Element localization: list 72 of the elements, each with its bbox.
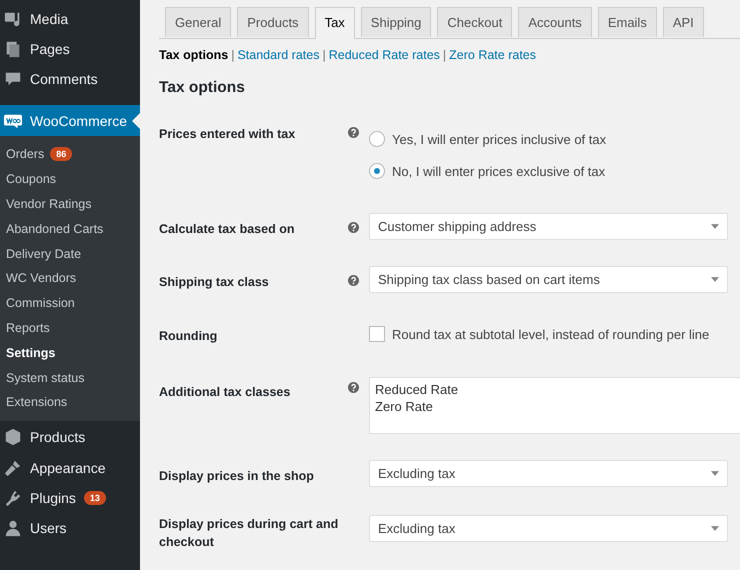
- select-field[interactable]: Excluding tax: [369, 460, 728, 487]
- field-label: Calculate tax based on: [159, 221, 296, 238]
- subnav-link[interactable]: Tax options: [159, 48, 228, 62]
- tab[interactable]: Shipping: [360, 7, 432, 37]
- separator: |: [322, 48, 326, 62]
- help-icon[interactable]: [348, 127, 359, 138]
- submenu-item[interactable]: WC Vendors: [0, 266, 140, 291]
- checkbox-label: Round tax at subtotal level, instead of rounding per line: [392, 326, 710, 342]
- submenu-item[interactable]: Delivery Date: [0, 241, 140, 266]
- field-label: Shipping tax class: [159, 274, 270, 291]
- submenu-item[interactable]: Vendor Ratings: [0, 192, 140, 216]
- sidebar-item[interactable]: Pages: [0, 34, 140, 64]
- select-field[interactable]: Shipping tax class based on cart items: [369, 266, 728, 293]
- select-field[interactable]: Customer shipping address: [369, 213, 728, 240]
- sidebar-item[interactable]: Plugins 13: [0, 482, 140, 513]
- help-icon[interactable]: [348, 275, 359, 286]
- current-pointer: [132, 113, 140, 129]
- tab[interactable]: API: [662, 7, 704, 37]
- submenu-item[interactable]: Orders 86: [0, 142, 140, 167]
- separator: |: [231, 48, 234, 62]
- brush-icon: [4, 458, 22, 477]
- separator: |: [442, 48, 446, 62]
- sidebar-item[interactable]: Appearance: [0, 452, 140, 483]
- option-label: Yes, I will enter prices inclusive of tax: [392, 132, 606, 146]
- caret-icon: [711, 471, 719, 476]
- tab[interactable]: Accounts: [518, 7, 592, 37]
- field-label: Rounding: [159, 328, 218, 345]
- tab[interactable]: Products: [237, 7, 309, 37]
- field-label: Additional tax classes: [159, 384, 292, 401]
- plug-icon: [4, 488, 22, 507]
- radio-button[interactable]: [369, 131, 385, 147]
- sidebar-item[interactable]: Media: [0, 4, 140, 34]
- tab[interactable]: Checkout: [437, 7, 512, 37]
- subnav-link[interactable]: Standard rates: [237, 48, 320, 62]
- help-icon[interactable]: [348, 382, 359, 393]
- subnav-link[interactable]: Reduced Rate rates: [328, 48, 440, 62]
- field-label: Display prices in the shop: [159, 468, 315, 485]
- media-icon: [4, 10, 22, 28]
- field-label: Display prices during cart and checkout: [159, 516, 340, 551]
- tab[interactable]: Emails: [598, 7, 657, 37]
- submenu-item[interactable]: Abandoned Carts: [0, 216, 140, 242]
- radio-button[interactable]: [369, 163, 385, 179]
- count-badge: 13: [84, 490, 106, 505]
- submenu-item[interactable]: Coupons: [0, 166, 140, 192]
- checkbox[interactable]: [369, 326, 385, 342]
- field-label: Prices entered with tax: [159, 126, 296, 143]
- tab[interactable]: General: [165, 7, 232, 37]
- section-heading: Tax options: [159, 79, 246, 97]
- help-icon[interactable]: [348, 222, 359, 233]
- sidebar-item[interactable]: Products: [0, 420, 140, 453]
- pages-icon: [4, 40, 22, 58]
- submenu-item[interactable]: Settings: [0, 340, 140, 366]
- comment-icon: [4, 70, 22, 88]
- count-badge: 86: [50, 147, 72, 162]
- caret-icon: [711, 277, 719, 282]
- select-field[interactable]: Excluding tax: [369, 515, 728, 542]
- textarea-field[interactable]: Reduced Rate Zero Rate: [369, 377, 740, 434]
- user-icon: [4, 518, 22, 537]
- woo-icon: [4, 112, 22, 130]
- tab[interactable]: Tax: [314, 7, 355, 39]
- submenu-item[interactable]: Extensions: [0, 390, 140, 415]
- subnav-link[interactable]: Zero Rate rates: [449, 48, 536, 62]
- option-label: No, I will enter prices exclusive of tax: [392, 164, 606, 178]
- submenu-item[interactable]: Commission: [0, 290, 140, 316]
- caret-icon: [711, 224, 719, 229]
- box-icon: [4, 428, 22, 446]
- submenu-item[interactable]: System status: [0, 365, 140, 390]
- sidebar-item[interactable]: Comments: [0, 64, 140, 94]
- submenu-item[interactable]: Reports: [0, 316, 140, 340]
- caret-icon: [711, 526, 719, 531]
- sidebar-item[interactable]: Users: [0, 512, 140, 543]
- sidebar-item[interactable]: WooCommerce: [0, 105, 140, 136]
